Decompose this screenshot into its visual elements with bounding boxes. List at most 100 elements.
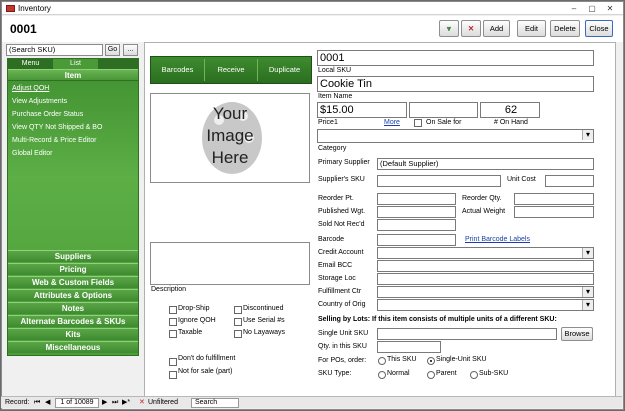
edit-button[interactable]: Edit xyxy=(517,20,546,37)
unit-cost-field[interactable] xyxy=(545,175,594,187)
record-position[interactable]: 1 of 10089 xyxy=(55,398,99,408)
first-record-icon[interactable]: ⏮ xyxy=(34,397,40,409)
reorder-pt-field[interactable] xyxy=(377,193,456,205)
sold-not-recd-field[interactable] xyxy=(377,219,456,231)
category-select[interactable] xyxy=(317,129,594,143)
tab-menu[interactable]: Menu xyxy=(8,59,53,69)
not-for-sale-checkbox[interactable] xyxy=(169,371,177,379)
discontinued-label: Discontinued xyxy=(243,305,284,312)
local-sku-field[interactable]: 0001 xyxy=(317,50,594,66)
receive-button[interactable]: Receive xyxy=(205,57,257,83)
nav-global-editor[interactable]: Global Editor xyxy=(12,150,52,157)
this-sku-radio[interactable] xyxy=(378,357,386,365)
nav-view-adjustments[interactable]: View Adjustments xyxy=(12,98,67,105)
use-serial-checkbox[interactable] xyxy=(234,318,242,326)
window-title: Inventory xyxy=(18,4,51,13)
fulfillment-ctr-select[interactable] xyxy=(377,286,594,298)
nav-item-header[interactable]: Item xyxy=(8,69,138,81)
print-barcode-link[interactable]: Print Barcode Labels xyxy=(465,236,530,243)
section-pricing[interactable]: Pricing xyxy=(8,263,138,275)
record-navigator: Record: ⏮ ◀ 1 of 10089 ▶ ⏭ ▶* ✕ Unfilter… xyxy=(1,396,622,408)
suppliers-sku-field[interactable] xyxy=(377,175,501,187)
section-kits[interactable]: Kits xyxy=(8,328,138,340)
section-attributes-options[interactable]: Attributes & Options xyxy=(8,289,138,301)
sub-sku-radio[interactable] xyxy=(470,371,478,379)
app-icon xyxy=(6,5,15,12)
on-sale-checkbox[interactable] xyxy=(414,119,422,127)
discontinued-checkbox[interactable] xyxy=(234,306,242,314)
description-label: Description xyxy=(151,286,187,293)
section-miscellaneous[interactable]: Miscellaneous xyxy=(8,341,138,353)
no-layaways-checkbox[interactable] xyxy=(234,330,242,338)
nav-view-qty-not-shipped[interactable]: View QTY Not Shipped & BO xyxy=(12,124,102,131)
item-image-placeholder[interactable]: Your Image Here xyxy=(150,93,310,183)
barcodes-button[interactable]: Barcodes xyxy=(151,57,204,83)
unit-cost-label: Unit Cost xyxy=(507,176,536,183)
actual-weight-field[interactable] xyxy=(514,206,594,218)
qty-in-sku-label: Qty. in this SKU xyxy=(318,343,367,350)
more-link[interactable]: More xyxy=(384,119,400,126)
email-bcc-field[interactable] xyxy=(377,260,594,272)
close-window-button[interactable]: ✕ xyxy=(602,3,618,14)
for-pos-label: For POs, order: xyxy=(318,357,367,364)
tab-list[interactable]: List xyxy=(53,59,98,69)
published-wgt-label: Published Wgt. xyxy=(318,208,366,215)
search-more-button[interactable]: ... xyxy=(123,44,138,56)
normal-radio[interactable] xyxy=(378,371,386,379)
nav-multi-record-editor[interactable]: Multi-Record & Price Editor xyxy=(12,137,96,144)
delete-button[interactable]: Delete xyxy=(550,20,580,37)
on-hand-label: # On Hand xyxy=(494,119,528,126)
primary-supplier-label: Primary Supplier xyxy=(318,159,370,166)
last-record-icon[interactable]: ⏭ xyxy=(112,397,118,409)
single-unit-sku-label: Single Unit SKU xyxy=(318,330,369,337)
credit-account-select[interactable] xyxy=(377,247,594,259)
browse-button[interactable]: Browse xyxy=(561,327,593,341)
this-sku-label: This SKU xyxy=(387,356,417,363)
on-hand-field[interactable]: 62 xyxy=(480,102,540,118)
close-button[interactable]: Close xyxy=(585,20,613,37)
nav-adjust-qoh[interactable]: Adjust QOH xyxy=(12,85,49,92)
qty-in-sku-field[interactable] xyxy=(377,341,441,353)
single-unit-sku-field[interactable] xyxy=(377,328,557,340)
drop-ship-checkbox[interactable] xyxy=(169,306,177,314)
dont-fulfill-checkbox[interactable] xyxy=(169,358,177,366)
description-field[interactable] xyxy=(150,242,310,285)
next-record-icon[interactable]: ▶ xyxy=(102,397,107,409)
storage-loc-field[interactable] xyxy=(377,273,594,285)
local-sku-label: Local SKU xyxy=(318,67,352,74)
section-web-custom-fields[interactable]: Web & Custom Fields xyxy=(8,276,138,288)
actual-weight-label: Actual Weight xyxy=(462,208,506,215)
section-suppliers[interactable]: Suppliers xyxy=(8,250,138,262)
image-text-line1: Your xyxy=(212,104,248,123)
fulfillment-ctr-label: Fulfillment Ctr xyxy=(318,288,362,295)
item-name-field[interactable]: Cookie Tin xyxy=(317,76,594,92)
taxable-checkbox[interactable] xyxy=(169,330,177,338)
country-select[interactable] xyxy=(377,299,594,311)
ignore-qoh-checkbox[interactable] xyxy=(169,318,177,326)
go-button[interactable]: Go xyxy=(105,44,120,56)
parent-radio[interactable] xyxy=(427,371,435,379)
primary-supplier-field[interactable]: (Default Supplier) xyxy=(377,158,594,170)
section-alternate-barcodes[interactable]: Alternate Barcodes & SKUs xyxy=(8,315,138,327)
barcode-field[interactable] xyxy=(377,234,456,246)
add-button[interactable]: Add xyxy=(483,20,510,37)
published-wgt-field[interactable] xyxy=(377,206,456,218)
clear-filter-button[interactable]: ✕ xyxy=(461,20,481,37)
search-sku-input[interactable]: (Search SKU) xyxy=(6,44,103,56)
filter-button[interactable]: ⩔ xyxy=(439,20,459,37)
reorder-qty-field[interactable] xyxy=(514,193,594,205)
status-search-input[interactable]: Search xyxy=(191,398,239,408)
price1-field[interactable]: $15.00 xyxy=(317,102,407,118)
minimize-button[interactable]: – xyxy=(566,3,582,14)
single-unit-sku-radio[interactable] xyxy=(427,357,435,365)
maximize-button[interactable]: ▢ xyxy=(584,3,600,14)
section-notes[interactable]: Notes xyxy=(8,302,138,314)
record-title: 0001 xyxy=(10,22,37,36)
sale-price-field[interactable] xyxy=(409,102,478,118)
duplicate-button[interactable]: Duplicate xyxy=(258,57,311,83)
new-record-icon[interactable]: ▶* xyxy=(122,397,130,409)
nav-purchase-order-status[interactable]: Purchase Order Status xyxy=(12,111,83,118)
prev-record-icon[interactable]: ◀ xyxy=(45,397,50,409)
filter-status[interactable]: Unfiltered xyxy=(148,397,178,409)
lots-heading: Selling by Lots: If this item consists o… xyxy=(318,316,557,323)
